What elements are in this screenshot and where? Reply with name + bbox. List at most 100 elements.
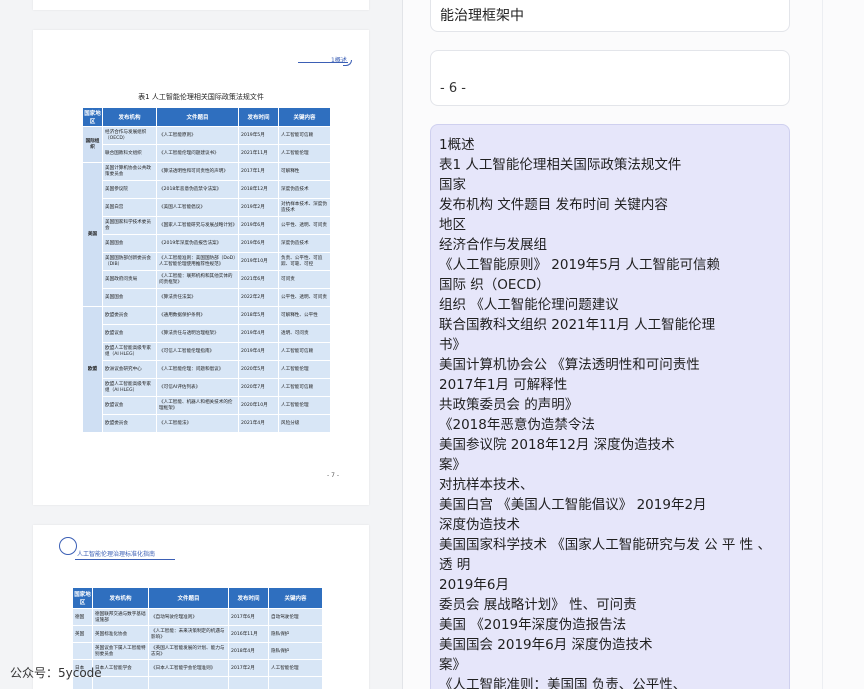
table-row: 联合国教科文组织 《人工智能伦理问题建议书》 2021年11月 人工智能伦理 [83,144,331,163]
table-cell: 《人工智能：联邦机构和其他实体的问责框架》 [156,270,239,289]
col-header: 关键内容 [278,107,331,127]
message-line: 美国白宫 《美国人工智能倡议》 2019年2月 [439,497,707,513]
region-cell [72,642,93,660]
table-row: 英国议会下属人工智能特别委员会 《英国人工智能发展的计划、能力与志向》 2018年4… [72,642,323,660]
page-number: - 7 - [327,472,339,479]
section-tag: 1概述 [331,57,347,64]
table-cell: 《算法透明性和可问责性的声明》 [156,162,239,181]
col-header: 国家地区 [72,587,93,609]
table-cell: 《人工智能法》 [156,414,239,433]
table-cell: 2017年6月 [228,608,269,626]
message-line: 《2018年恶意伪造禁令法 [439,417,595,433]
table-cell: 2020年5月 [238,360,279,379]
message-line: 美国 《2019年深度伪造报告法 [439,617,627,633]
table-cell: 可解释性、公平性 [278,306,331,325]
table-cell: 《可信AI评估列表》 [156,378,239,397]
region-cell: 美国 [82,162,103,307]
table-cell: 联合国教科文组织 [102,144,157,163]
table-row: 美国国会 《算法责任法案》 2022年2月 公平性、透明、可问责 [83,288,331,307]
message-line: 美国国家科学技术 《国家人工智能研究与发 公 平 性 、 [439,537,771,553]
message-line: 联合国教科文组织 2021年11月 人工智能伦理 [439,317,716,333]
table-cell: 2019年4月 [238,342,279,361]
table-cell: 隐私保护 [268,625,323,643]
table-cell: 透明、可问责 [278,324,331,343]
chat-pane[interactable]: 能治理框架中 - 6 - 1概述表1 人工智能伦理相关国际政策法规文件 国家发布机… [414,0,822,689]
table-cell: 《英国人工智能发展的计划、能力与志向》 [148,642,229,660]
message-line: 透 明 [439,557,471,573]
document-preview-pane[interactable]: 1概述 表1 人工智能伦理相关国际政策法规文件 国家地区 发布机构 文件题目 发… [0,0,403,689]
table-cell: 美国白宫 [102,198,157,217]
table-cell: 人工智能可信赖 [278,342,331,361]
table-cell: 德国联邦交通与数字基础设施部 [92,608,149,626]
table-row: 国际组织 经济合作与发展组织（OECD） 《人工智能原则》 2019年5月 人工智能可信… [82,126,331,163]
table-cell: 《自动驾驶伦理准则》 [148,608,229,626]
table-body: 国际组织 经济合作与发展组织（OECD） 《人工智能原则》 2019年5月 人工智能可信… [82,126,331,433]
table-cell: 2021年11月 [238,144,279,163]
table-cell: 经济合作与发展组织（OECD） [102,126,157,145]
table-cell: 欧盟议会 [102,396,157,415]
message-line: 案》 [439,657,466,673]
message-line: 1概述 [439,137,475,153]
table-row: 美国国防部创新委员会（DIB） 《人工智能准则：美国国防部（DoD）人工智能伦理使… [83,252,331,271]
table-cell: 美国国会 [102,288,157,307]
table-cell: 欧盟委员会 [102,414,157,433]
message-line: 经济合作与发展组 [439,237,547,253]
table-cell: 2019年10月 [238,252,279,271]
table-row: 欧洲议会研究中心 《人工智能伦理：问题和倡议》 2020年5月 人工智能伦理 [83,360,331,379]
table-cell: 2018年12月 [238,180,279,199]
message-line: 发布机构 文件题目 发布时间 关键内容 [439,197,668,213]
table-cell [268,676,323,689]
message-line: 表1 人工智能伦理相关国际政策法规文件 [439,157,682,173]
table-row: 美国 美国计算机协会公共政策委员会 《算法透明性和可问责性的声明》 2017年1月 可解… [82,162,331,307]
table-cell: 《算法责任与透明治理框架》 [156,324,239,343]
table-cell: 《可信人工智能伦理指南》 [156,342,239,361]
col-header: 发布时间 [228,587,269,609]
table-cell: 《美国人工智能倡议》 [156,198,239,217]
table-cell: 《人工智能伦理：问题和倡议》 [156,360,239,379]
scroll-gutter[interactable] [822,0,864,689]
message-line: 委员会 展战略计划》 性、可问责 [439,597,637,613]
table-row: 美国参议院 《2018年恶意伪造禁令法案》 2018年12月 深度伪造技术 [83,180,331,199]
region-cell: 国际组织 [82,126,103,163]
table-cell: 欧洲议会研究中心 [102,360,157,379]
table-cell: 隐私保护 [268,642,323,660]
table-cell: 《人工智能原则》 [156,126,239,145]
table-title: 表1 人工智能伦理相关国际政策法规文件 [138,93,264,101]
message-bubble-selected[interactable]: 1概述表1 人工智能伦理相关国际政策法规文件 国家发布机构 文件题目 发布时间 关… [430,124,790,689]
table-cell: 《2019年深度伪造报告法案》 [156,234,239,253]
table-cell: 2021年4月 [238,414,279,433]
message-bubble[interactable]: - 6 - [430,50,790,106]
table-cell: 风险分级 [278,414,331,433]
col-header: 文件题目 [148,587,229,609]
table-cell: 2019年2月 [238,198,279,217]
table-cell: 2019年4月 [238,324,279,343]
table-cell: 2022年2月 [238,288,279,307]
message-line: 2019年6月 [439,577,509,593]
table-row: 日本 日本人工智能学会 《日本人工智能学会伦理准则》 2017年2月 人工智能伦理 [72,659,323,677]
table-row: 德国 德国联邦交通与数字基础设施部 《自动驾驶伦理准则》 2017年6月 自动驾驶伦理 [72,608,323,626]
table-cell: 深度伪造技术 [278,234,331,253]
region-cell: 英国 [72,625,93,643]
message-line: 共政策委员会 的声明》 [439,397,579,413]
message-line: 对抗样本技术、 [439,477,534,493]
table-cell: 深度伪造技术 [278,180,331,199]
table-cell: 对抗样本技术、深度伪造技术 [278,198,331,217]
table-cell: 《人工智能伦理问题建议书》 [156,144,239,163]
col-header: 国家地区 [82,107,103,127]
table-cell: 2020年10月 [238,396,279,415]
table-cell: 2016年11月 [228,625,269,643]
table-cell: 可解释性 [278,162,331,181]
table-cell: 负责、公平性、可追踪、可靠、可控 [278,252,331,271]
table-cell: 美国政府问责局 [102,270,157,289]
table-cell: 自动驾驶伦理 [268,608,323,626]
message-bubble[interactable]: 能治理框架中 [430,0,790,32]
table-cell: 《人工智能准则：美国国防部（DoD）人工智能伦理使用推荐性规范》 [156,252,239,271]
table-cell: 欧盟人工智能高级专家组（AI HLEG） [102,342,157,361]
table-row: 欧盟议会 《算法责任与透明治理框架》 2019年4月 透明、可问责 [83,324,331,343]
message-line: 《人工智能原则》 2019年5月 人工智能可信赖 [439,257,721,273]
table-row: 美国政府问责局 《人工智能：联邦机构和其他实体的问责框架》 2021年6月 可问责 [83,270,331,289]
table-cell: 2017年2月 [228,659,269,677]
table-row: 欧盟 欧盟委员会 《通用数据保护条例》 2018年5月 可解释性、公平性 [82,306,331,433]
message-line: 国家 [439,177,466,193]
message-text: 1概述表1 人工智能伦理相关国际政策法规文件 国家发布机构 文件题目 发布时间 关… [439,135,771,689]
